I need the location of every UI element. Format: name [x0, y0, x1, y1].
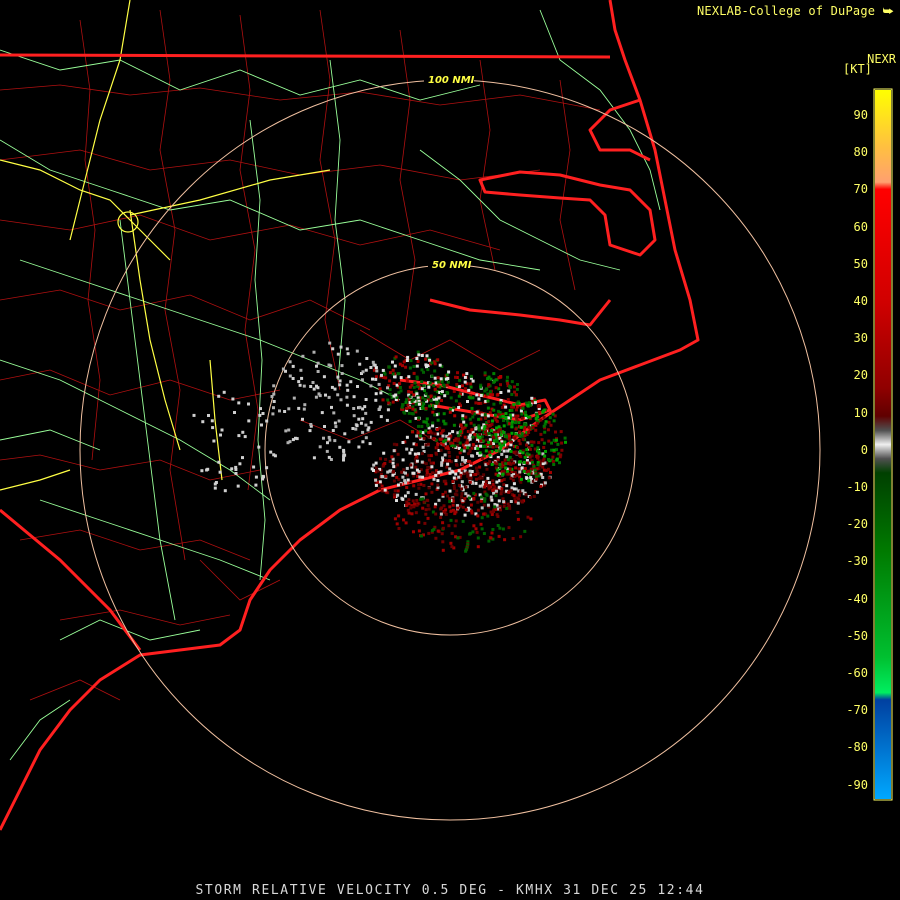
colorbar-tick: 40: [853, 294, 868, 308]
colorbar-tick: 70: [853, 182, 868, 197]
colorbar-tick: -80: [846, 740, 868, 755]
colorbar-tick: 90: [853, 108, 868, 122]
colorbar-tick: 50: [853, 256, 868, 271]
colorbar-tick: 20: [853, 368, 868, 383]
range-ring-label-100: 100 NMI: [428, 75, 475, 86]
radar-map: 50 NMI 100 NMI: [0, 0, 900, 900]
product-caption: STORM RELATIVE VELOCITY 0.5 DEG - KMHX 3…: [195, 883, 705, 898]
colorbar-tick: 10: [853, 405, 868, 420]
colorbar-tick: -20: [846, 517, 868, 532]
cod-logo-icon: ⮩: [882, 4, 894, 18]
colorbar-tick: 0: [860, 442, 868, 457]
colorbar-tick: -60: [846, 666, 868, 680]
colorbar-tick: 60: [853, 219, 868, 234]
colorbar-tick: -90: [846, 777, 868, 792]
range-ring-label-50: 50 NMI: [432, 260, 472, 271]
colorbar-tick: -50: [846, 628, 868, 643]
colorbar-tick: -30: [846, 554, 868, 569]
credit-text: NEXLAB-College of DuPage: [696, 4, 876, 18]
unit-label: [KT]: [843, 62, 872, 76]
colorbar-tick: -40: [846, 591, 868, 606]
colorbar-tick: -70: [846, 703, 868, 718]
credit-label: NEXLAB-College of DuPage ⮩: [697, 4, 894, 19]
velocity-colorbar: [875, 90, 891, 799]
colorbar-tick: 80: [853, 145, 868, 160]
colorbar-tick: 30: [853, 331, 868, 346]
colorbar-tick: -10: [846, 480, 868, 494]
